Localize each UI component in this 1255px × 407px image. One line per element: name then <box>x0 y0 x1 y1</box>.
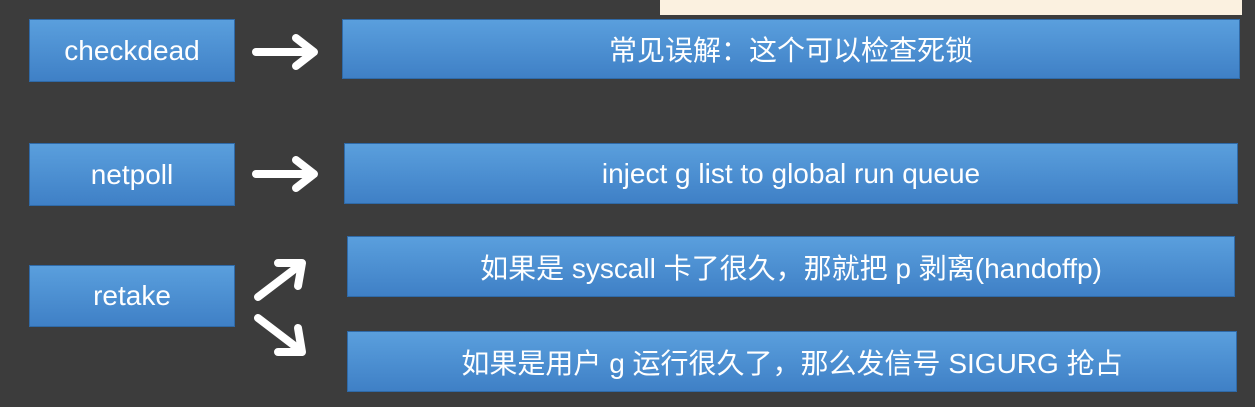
node-label: retake <box>93 280 171 311</box>
arrow-right-icon <box>252 34 318 70</box>
node-label: netpoll <box>90 158 174 190</box>
desc-retake-syscall: 如果是 syscall 卡了很久，那就把 p 剥离(handoffp) <box>347 236 1235 297</box>
node-retake: retake <box>29 265 235 327</box>
desc-netpoll: inject g list to global run queue <box>344 143 1238 204</box>
desc-retake-preempt: 如果是用户 g 运行很久了，那么发信号 SIGURG 抢占 <box>347 331 1237 392</box>
arrow-down-right-icon <box>254 314 306 356</box>
desc-label: inject g list to global run queue <box>601 157 981 189</box>
desc-label: 如果是 syscall 卡了很久，那就把 p 剥离(handoffp) <box>480 252 1102 284</box>
desc-checkdead: 常见误解：这个可以检查死锁 <box>342 19 1240 79</box>
node-netpoll: netpoll <box>29 143 235 206</box>
node-checkdead: checkdead <box>29 19 235 82</box>
diagram-canvas: checkdead netpoll retake 常见误解：这个可以检查死锁 i… <box>0 0 1255 407</box>
arrow-right-icon <box>252 156 318 192</box>
desc-label: 常见误解：这个可以检查死锁 <box>608 35 973 66</box>
note-card-edge <box>660 0 1242 15</box>
desc-label: 如果是用户 g 运行很久了，那么发信号 SIGURG 抢占 <box>461 347 1123 379</box>
arrow-up-right-icon <box>254 259 306 301</box>
node-label: checkdead <box>64 34 200 66</box>
